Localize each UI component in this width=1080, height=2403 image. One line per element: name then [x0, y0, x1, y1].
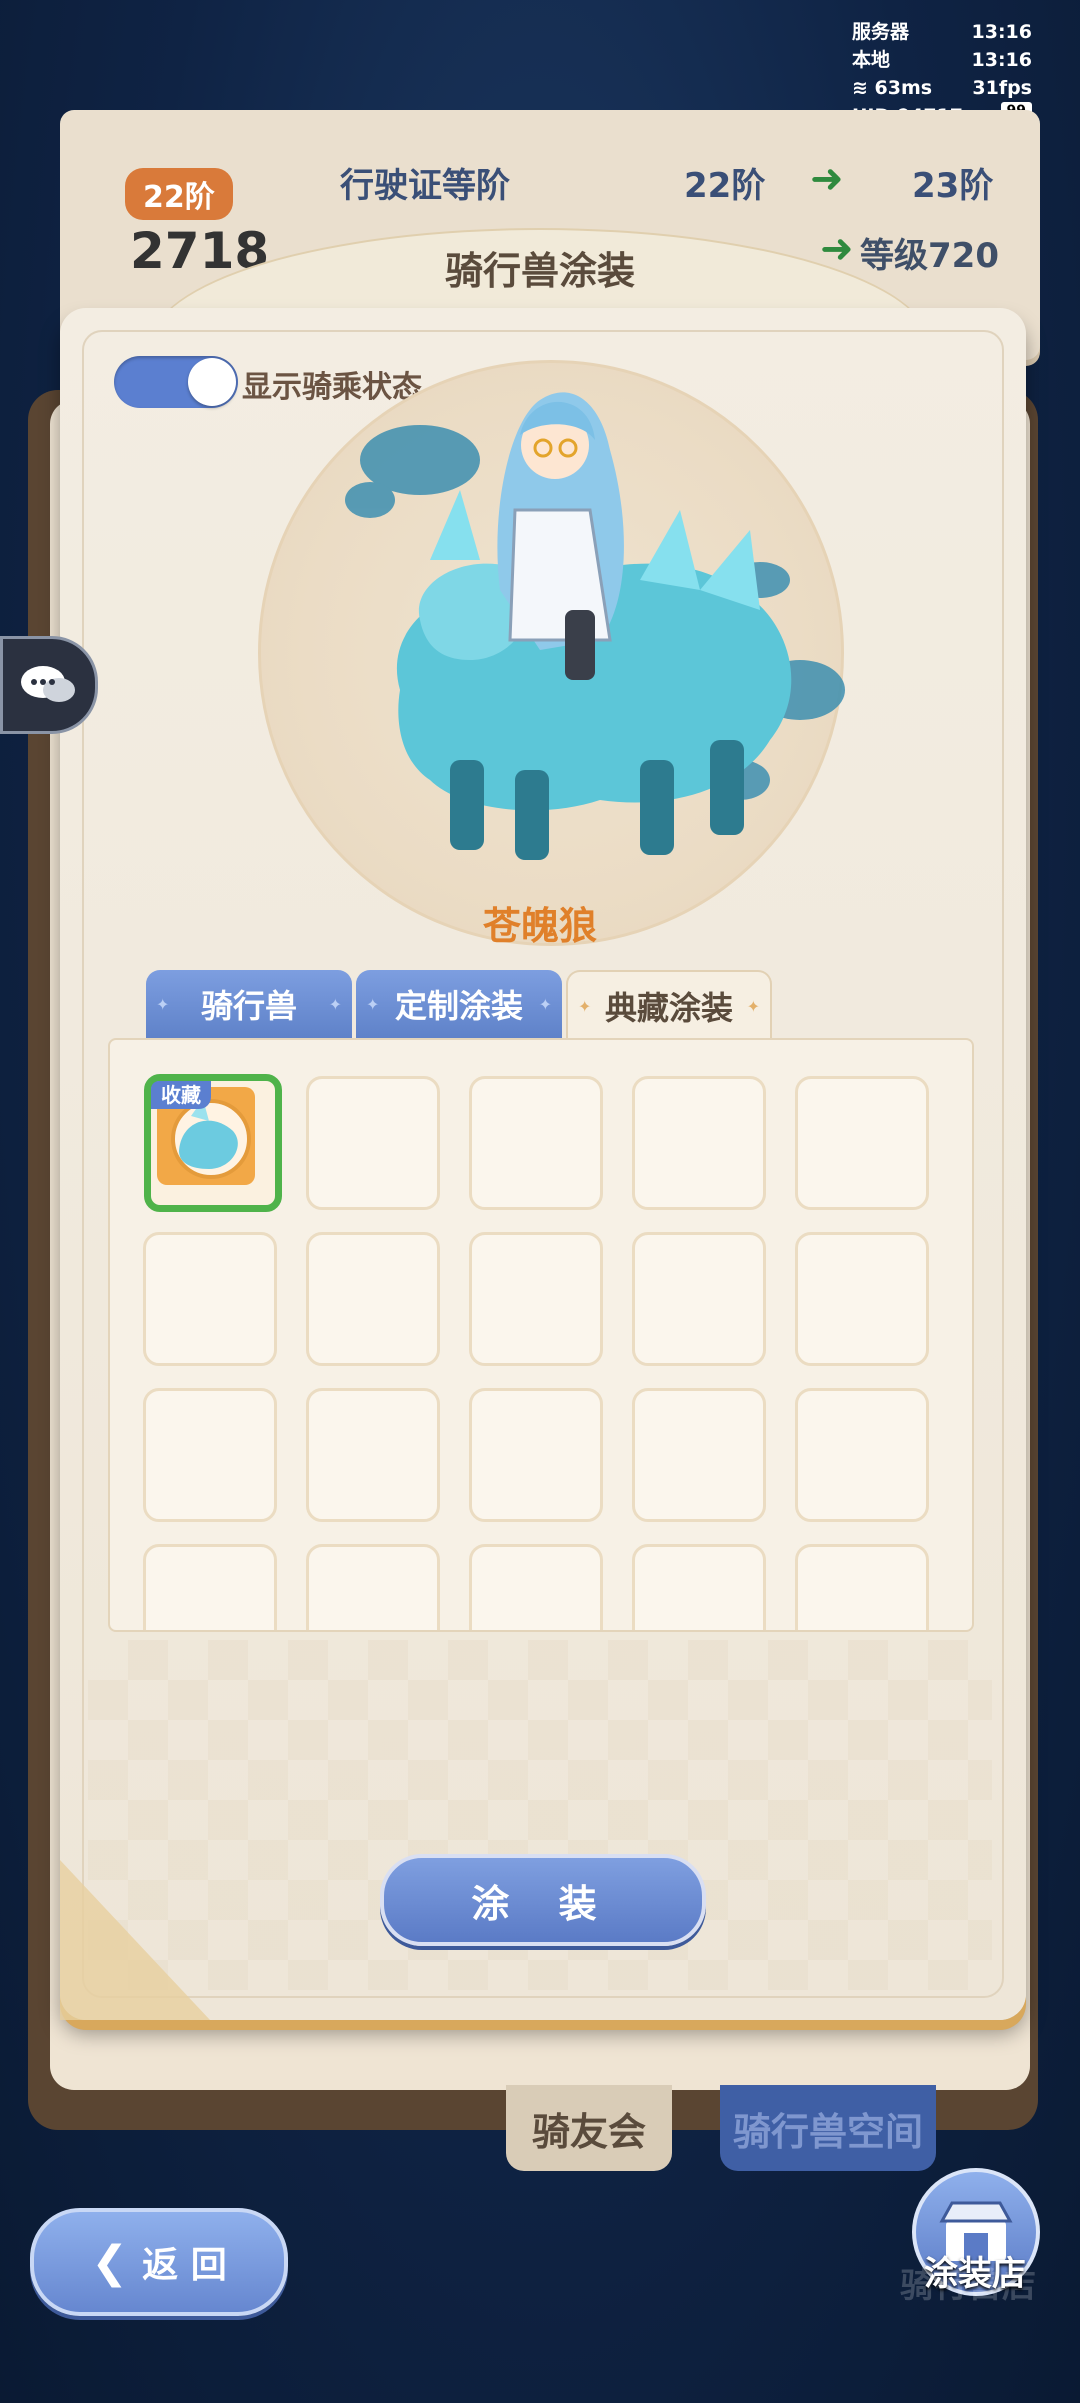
license-label: 行驶证等阶 — [340, 166, 510, 206]
sparkle-icon: ✦ — [328, 994, 342, 1014]
back-label: 返 回 — [142, 2245, 227, 2286]
back-arrow-icon: ❮ — [91, 2236, 129, 2288]
server-time: 13:16 — [971, 21, 1032, 43]
skin-slot[interactable] — [306, 1544, 440, 1630]
skin-slot[interactable] — [306, 1076, 440, 1210]
wifi-icon: ≋ — [852, 77, 875, 99]
arrow-right-icon: ➜ — [810, 156, 844, 202]
mount-character-image[interactable] — [340, 360, 860, 900]
skin-slot[interactable] — [632, 1076, 766, 1210]
skin-slot[interactable] — [469, 1544, 603, 1630]
back-button[interactable]: ❮ 返 回 — [30, 2208, 288, 2316]
character-name: 苍魄狼 — [482, 904, 597, 948]
skin-slot[interactable] — [469, 1076, 603, 1210]
license-current: 22阶 — [684, 166, 766, 206]
tab-collection-paint[interactable]: ✦ 典藏涂装 ✦ — [566, 970, 772, 1040]
fps-readout: 31fps — [972, 77, 1032, 99]
server-label: 服务器 — [852, 21, 910, 43]
sparkle-icon: ✦ — [366, 994, 380, 1014]
tab-mount[interactable]: ✦ 骑行兽 ✦ — [146, 970, 352, 1038]
skin-slot[interactable] — [306, 1232, 440, 1366]
tab-mount-space[interactable]: 骑行兽空间 — [720, 2085, 936, 2171]
sparkle-icon: ✦ — [538, 994, 552, 1014]
skin-slot[interactable] — [632, 1388, 766, 1522]
level-badge: 22阶 — [125, 168, 233, 220]
apply-paint-button[interactable]: 涂 装 — [380, 1854, 706, 1946]
tab-label: 定制涂装 — [394, 987, 523, 1025]
tab-rider-club[interactable]: 骑友会 — [506, 2085, 672, 2171]
skin-slot[interactable] — [795, 1232, 929, 1366]
skin-slot[interactable] — [469, 1388, 603, 1522]
skin-slot[interactable] — [143, 1388, 277, 1522]
skin-slot[interactable] — [795, 1388, 929, 1522]
tab-custom-paint[interactable]: ✦ 定制涂装 ✦ — [356, 970, 562, 1038]
skin-slot-selected[interactable]: 收藏 — [144, 1074, 282, 1212]
toggle-knob — [188, 358, 236, 406]
license-next: 23阶 — [912, 166, 994, 206]
tab-label: 骑行兽 — [200, 987, 297, 1025]
skin-slot[interactable] — [795, 1076, 929, 1210]
skin-slot[interactable] — [143, 1544, 277, 1630]
sparkle-icon: ✦ — [156, 994, 170, 1014]
skin-slot[interactable] — [306, 1388, 440, 1522]
skin-slot[interactable] — [632, 1544, 766, 1630]
chat-bubble-icon — [21, 666, 75, 702]
page-title: 骑行兽涂装 — [444, 249, 635, 293]
sparkle-icon: ✦ — [746, 996, 760, 1016]
local-label: 本地 — [852, 49, 891, 71]
local-time: 13:16 — [971, 49, 1032, 71]
skin-slot[interactable] — [795, 1544, 929, 1630]
skin-slot[interactable] — [469, 1232, 603, 1366]
sparkle-icon: ✦ — [578, 996, 592, 1016]
ping-readout: ≋ 63ms — [852, 77, 933, 99]
skin-slot[interactable] — [143, 1232, 277, 1366]
skin-grid: 收藏 — [108, 1038, 974, 1632]
favorite-badge: 收藏 — [151, 1081, 211, 1109]
tab-label: 典藏涂装 — [604, 989, 733, 1027]
skin-slot[interactable] — [632, 1232, 766, 1366]
chat-button[interactable] — [0, 636, 98, 734]
shop-label: 涂装店 — [924, 2254, 1026, 2294]
riding-state-toggle[interactable] — [114, 356, 238, 408]
